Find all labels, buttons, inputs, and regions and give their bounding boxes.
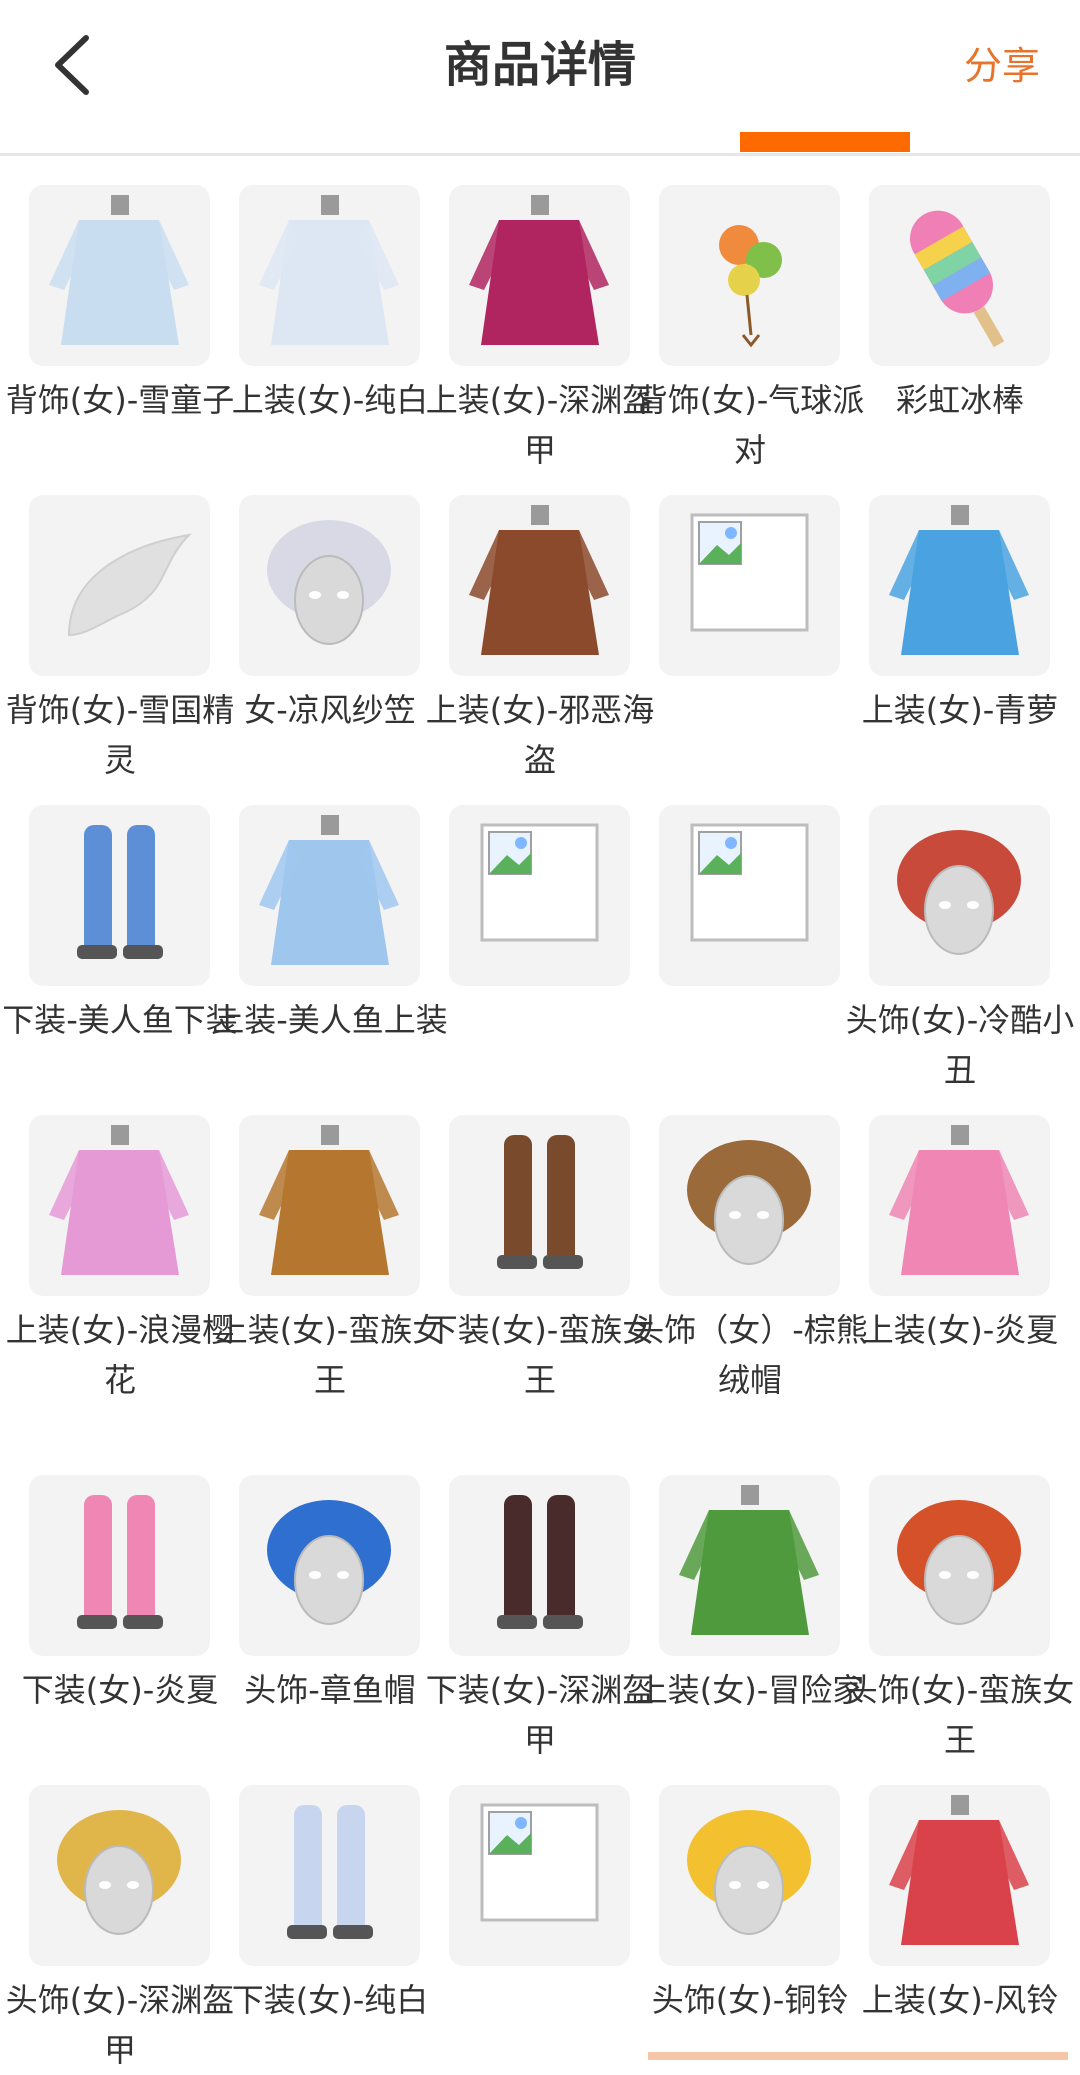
product-label: 上装-美人鱼上装 bbox=[212, 1001, 448, 1039]
product-label: 上装(女)-炎夏 bbox=[861, 1311, 1059, 1349]
broken-image-icon bbox=[659, 495, 840, 676]
adventurer-jacket-icon bbox=[659, 1475, 840, 1656]
sakura-dress-icon bbox=[29, 1115, 210, 1296]
product-label: 头饰(女)-蛮族女王 bbox=[845, 1671, 1075, 1759]
tab-indicator bbox=[740, 132, 910, 152]
product-label: 上装(女)-浪漫樱花 bbox=[5, 1311, 235, 1399]
product-label: 上装(女)-冒险家 bbox=[635, 1671, 865, 1709]
white-heels-icon bbox=[239, 1785, 420, 1966]
product-label: 上装(女)-深渊盔甲 bbox=[425, 381, 655, 469]
mermaid-bottom-icon bbox=[29, 805, 210, 986]
product-label: 女-凉风纱笠 bbox=[244, 691, 416, 729]
broken-image-icon bbox=[449, 1785, 630, 1966]
barbarian-top-icon bbox=[239, 1115, 420, 1296]
header-divider bbox=[0, 153, 1080, 156]
product-label: 头饰（女）-棕熊绒帽 bbox=[632, 1311, 868, 1399]
broken-image-icon bbox=[659, 805, 840, 986]
product-label: 下装(女)-炎夏 bbox=[21, 1671, 219, 1709]
bikini-top-icon bbox=[869, 1115, 1050, 1296]
product-label: 彩虹冰棒 bbox=[895, 381, 1024, 419]
pink-skirt-icon bbox=[29, 1475, 210, 1656]
snow-spirit-icon bbox=[29, 185, 210, 366]
broken-image-icon bbox=[449, 805, 630, 986]
product-label: 下装(女)-蛮族女王 bbox=[425, 1311, 655, 1399]
abyss-boots-icon bbox=[449, 1475, 630, 1656]
product-label: 背饰(女)-气球派对 bbox=[635, 381, 865, 469]
product-label: 上装(女)-青萝 bbox=[861, 691, 1059, 729]
product-label: 头饰(女)-冷酷小丑 bbox=[845, 1001, 1075, 1089]
pirate-coat-icon bbox=[449, 495, 630, 676]
page-title: 商品详情 bbox=[443, 37, 636, 93]
balloon-icon bbox=[659, 185, 840, 366]
share-button[interactable]: 分享 bbox=[964, 38, 1040, 94]
product-label: 头饰-章鱼帽 bbox=[244, 1671, 416, 1709]
product-label: 上装(女)-纯白 bbox=[231, 381, 429, 419]
product-label: 下装(女)-纯白 bbox=[231, 1981, 429, 2019]
red-kimono-icon bbox=[869, 1785, 1050, 1966]
octopus-hat-icon bbox=[239, 1475, 420, 1656]
clown-hair-icon bbox=[869, 805, 1050, 986]
product-label: 背饰(女)-雪童子 bbox=[5, 381, 235, 419]
mermaid-top-icon bbox=[239, 805, 420, 986]
abyss-headband-icon bbox=[29, 1785, 210, 1966]
popsicle-icon bbox=[869, 185, 1050, 366]
top-bar: 商品详情 分享 bbox=[0, 0, 1080, 156]
product-label: 下装-美人鱼下装 bbox=[2, 1001, 238, 1039]
product-label: 头饰(女)-深渊盔甲 bbox=[5, 1981, 235, 2069]
product-label: 头饰(女)-铜铃 bbox=[651, 1981, 849, 2019]
qingluo-dress-icon bbox=[869, 495, 1050, 676]
white-dress-icon bbox=[239, 185, 420, 366]
product-label: 背饰(女)-雪国精灵 bbox=[5, 691, 235, 779]
product-label: 上装(女)-邪恶海盗 bbox=[425, 691, 655, 779]
bottom-scroll-indicator bbox=[648, 2052, 1068, 2060]
product-label: 上装(女)-风铃 bbox=[861, 1981, 1059, 2019]
bear-hat-icon bbox=[659, 1115, 840, 1296]
product-label: 下装(女)-深渊盔甲 bbox=[425, 1671, 655, 1759]
red-dreadlocks-icon bbox=[869, 1475, 1050, 1656]
barbarian-boots-icon bbox=[449, 1115, 630, 1296]
wing-icon bbox=[29, 495, 210, 676]
veil-hat-icon bbox=[239, 495, 420, 676]
product-label: 上装(女)-蛮族女王 bbox=[215, 1311, 445, 1399]
abyss-armor-icon bbox=[449, 185, 630, 366]
golden-hair-icon bbox=[659, 1785, 840, 1966]
